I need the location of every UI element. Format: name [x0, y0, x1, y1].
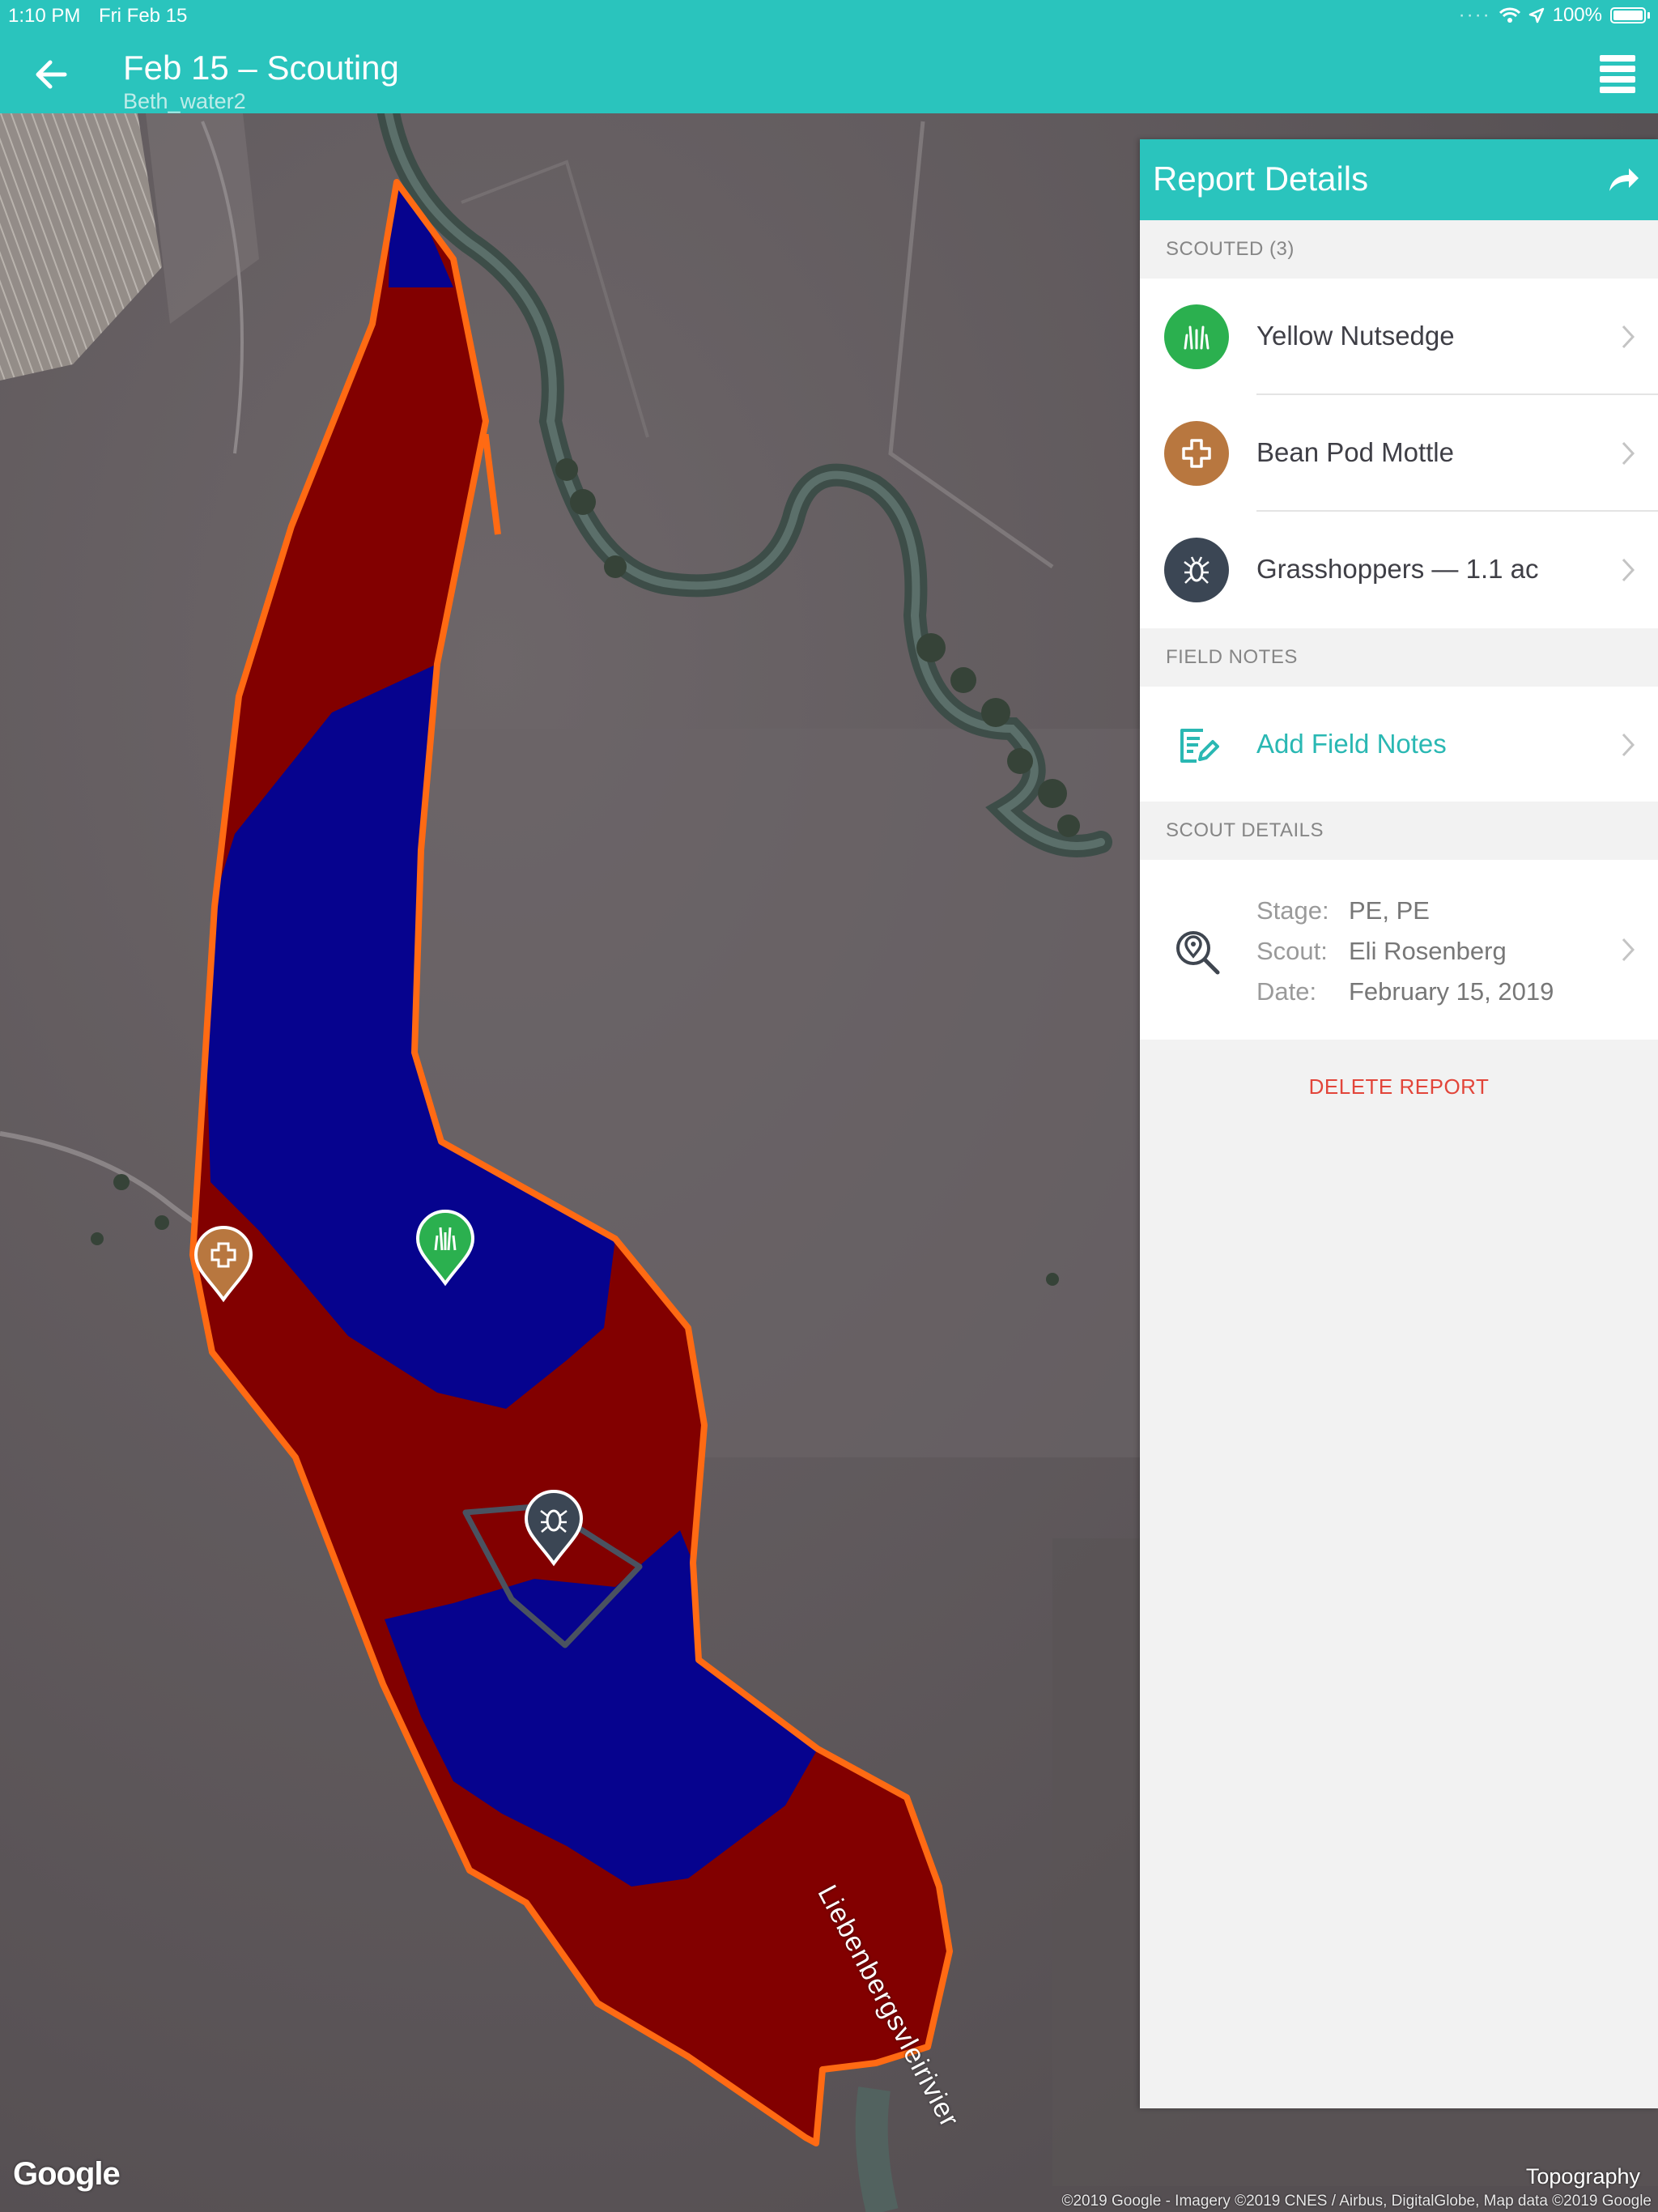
battery-percent: 100%	[1552, 4, 1602, 26]
chevron-right-icon	[1622, 558, 1635, 582]
field-notes-section-label: FIELD NOTES	[1166, 646, 1298, 668]
scouted-item-label: Bean Pod Mottle	[1256, 437, 1454, 467]
wifi-icon	[1499, 7, 1520, 23]
date-line: Date: February 15, 2019	[1256, 977, 1554, 1006]
chevron-right-icon	[1622, 325, 1635, 349]
stage-key: Stage:	[1256, 896, 1329, 925]
report-title: Report Details	[1153, 160, 1369, 198]
map-layer-label[interactable]: Topography	[1526, 2164, 1640, 2189]
page-title: Feb 15 – Scouting	[123, 49, 399, 87]
signal-icon: ····	[1458, 4, 1491, 26]
google-logo: Google	[13, 2156, 121, 2192]
chevron-right-icon	[1622, 733, 1635, 757]
page-subtitle: Beth_water2	[123, 89, 246, 113]
report-panel: Report Details SCOUTED (3) Yellow Nutsed…	[1140, 139, 1658, 2108]
disease-cross-icon	[1164, 421, 1229, 486]
battery-cap	[1647, 12, 1650, 19]
scout-line: Scout: Eli Rosenberg	[1256, 937, 1507, 966]
scouted-item-label: Grasshoppers — 1.1 ac	[1256, 554, 1539, 584]
location-arrow-icon	[1528, 7, 1544, 23]
river	[855, 2087, 899, 2212]
layers-menu-icon[interactable]	[1600, 55, 1635, 94]
scouted-section-label: SCOUTED (3)	[1166, 238, 1295, 260]
chevron-right-icon	[1622, 938, 1635, 962]
chevron-right-icon	[1622, 441, 1635, 466]
status-date: Fri Feb 15	[99, 5, 188, 27]
add-field-notes-button[interactable]: Add Field Notes	[1140, 687, 1658, 802]
status-bar: 1:10 PM Fri Feb 15 ···· 100%	[0, 0, 1658, 32]
report-panel-header: Report Details	[1140, 139, 1658, 220]
scouted-item-label: Yellow Nutsedge	[1256, 321, 1455, 351]
status-time: 1:10 PM	[8, 5, 81, 27]
scout-details-row[interactable]: Stage: PE, PE Scout: Eli Rosenberg Date: Fe…	[1140, 860, 1658, 1040]
weed-icon	[1164, 304, 1229, 369]
back-arrow-icon[interactable]	[29, 52, 74, 97]
date-value: February 15, 2019	[1349, 977, 1554, 1006]
delete-report-button[interactable]: DELETE REPORT	[1140, 1074, 1658, 1100]
scouted-item-bean-pod-mottle[interactable]: Bean Pod Mottle	[1140, 395, 1658, 512]
scouted-item-grasshoppers[interactable]: Grasshoppers — 1.1 ac	[1140, 512, 1658, 628]
battery-icon	[1610, 7, 1646, 23]
app-header: Feb 15 – Scouting Beth_water2	[0, 32, 1658, 113]
location-search-icon	[1176, 931, 1220, 975]
scouted-item-yellow-nutsedge[interactable]: Yellow Nutsedge	[1140, 279, 1658, 395]
scout-details-section-label: SCOUT DETAILS	[1166, 819, 1324, 841]
insect-icon	[1164, 538, 1229, 602]
scout-key: Scout:	[1256, 937, 1328, 965]
scout-value: Eli Rosenberg	[1349, 937, 1507, 965]
notes-edit-icon	[1180, 729, 1219, 763]
date-key: Date:	[1256, 977, 1317, 1006]
scouted-list: Yellow Nutsedge Bean Pod Mottle Grasshop…	[1140, 279, 1658, 628]
status-indicators: ···· 100%	[1459, 4, 1650, 27]
stage-line: Stage: PE, PE	[1256, 896, 1430, 925]
add-field-notes-label: Add Field Notes	[1256, 729, 1447, 759]
field-notes-group: Add Field Notes	[1140, 687, 1658, 802]
map-credit: ©2019 Google - Imagery ©2019 CNES / Airb…	[1061, 2193, 1652, 2210]
share-icon[interactable]	[1603, 160, 1643, 201]
stage-value: PE, PE	[1349, 896, 1430, 925]
